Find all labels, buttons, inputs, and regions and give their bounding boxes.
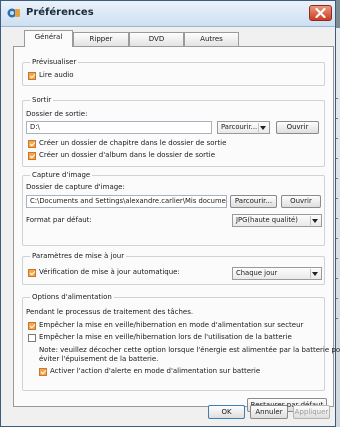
- close-icon: [315, 8, 326, 18]
- alimentation-intro: Pendant le processus de traitement des t…: [26, 308, 194, 316]
- close-button[interactable]: [309, 5, 332, 21]
- dossier-capture-input[interactable]: C:\Documents and Settings\alexandre.carl…: [26, 195, 227, 208]
- note-line-2: éviter l'épuisement de la batterie.: [39, 355, 159, 363]
- parcourir-dropdown-button[interactable]: Parcourir...: [217, 121, 270, 134]
- group-sortir: Sortir Dossier de sortie: D:\ Parcourir.…: [22, 96, 325, 167]
- ouvrir-capture-button[interactable]: Ouvrir: [281, 195, 321, 208]
- chevron-down-icon: [310, 216, 320, 225]
- annuler-button[interactable]: Annuler: [250, 405, 288, 419]
- chevron-down-icon: [258, 123, 268, 132]
- parcourir-capture-button[interactable]: Parcourir...: [230, 195, 277, 208]
- preferences-dialog: Préférences Général Ripper DVD Autres Pr…: [0, 0, 340, 427]
- group-legend: Options d'alimentation: [30, 293, 114, 301]
- batterie-checkbox[interactable]: [28, 334, 36, 342]
- group-legend: Sortir: [30, 96, 54, 104]
- tab-autres[interactable]: Autres: [184, 32, 239, 46]
- tab-panel-general: Prévisualiser Lire audio Sortir Dossier …: [13, 46, 340, 412]
- group-legend: Paramètres de mise à jour: [30, 252, 127, 260]
- ok-button[interactable]: OK: [208, 405, 245, 419]
- group-mise-a-jour: Paramètres de mise à jour Vérification d…: [22, 252, 325, 285]
- chevron-down-icon: [310, 269, 320, 278]
- album-checkbox[interactable]: [28, 152, 36, 160]
- format-label: Format par défaut:: [26, 216, 92, 224]
- parcourir-label: Parcourir...: [221, 123, 258, 131]
- lire-audio-checkbox[interactable]: [28, 72, 36, 80]
- frequency-dropdown[interactable]: Chaque jour: [232, 267, 322, 280]
- frequency-value: Chaque jour: [236, 269, 278, 277]
- note-line-1: Note: veuillez décocher cette option lor…: [39, 346, 340, 354]
- alerte-label: Activer l'action d'alerte en mode d'alim…: [50, 367, 261, 375]
- group-previsualiser: Prévisualiser Lire audio: [22, 58, 325, 86]
- appliquer-button[interactable]: Appliquer: [293, 405, 330, 419]
- app-icon: [7, 8, 20, 18]
- dossier-sortie-input[interactable]: D:\: [26, 121, 212, 134]
- format-dropdown[interactable]: JPG(haute qualité): [232, 214, 322, 227]
- chapitre-checkbox[interactable]: [28, 140, 36, 148]
- tab-dvd[interactable]: DVD: [129, 32, 184, 46]
- dossier-capture-label: Dossier de capture d'image:: [26, 183, 125, 191]
- verification-label: Vérification de mise à jour automatique:: [39, 268, 180, 276]
- group-capture: Capture d'image Dossier de capture d'ima…: [22, 171, 325, 246]
- chapitre-label: Créer un dossier de chapitre dans le dos…: [39, 139, 227, 147]
- verification-checkbox[interactable]: [28, 269, 36, 277]
- group-alimentation: Options d'alimentation Pendant le proces…: [22, 293, 340, 391]
- alerte-checkbox[interactable]: [39, 368, 47, 376]
- window-title: Préférences: [26, 7, 94, 18]
- lire-audio-label: Lire audio: [39, 71, 74, 79]
- format-value: JPG(haute qualité): [236, 216, 298, 224]
- group-legend: Capture d'image: [30, 171, 93, 179]
- group-legend: Prévisualiser: [30, 58, 79, 66]
- tab-ripper[interactable]: Ripper: [73, 32, 129, 46]
- ouvrir-sortie-button[interactable]: Ouvrir: [276, 121, 319, 134]
- dialog-client: Général Ripper DVD Autres Prévisualiser …: [5, 28, 340, 422]
- title-bar[interactable]: Préférences: [1, 1, 335, 27]
- secteur-label: Empêcher la mise en veille/hibernation e…: [39, 321, 304, 329]
- secteur-checkbox[interactable]: [28, 322, 36, 330]
- batterie-label: Empêcher la mise en veille/hibernation l…: [39, 333, 292, 341]
- dossier-sortie-label: Dossier de sortie:: [26, 110, 88, 118]
- tab-general[interactable]: Général: [24, 30, 73, 47]
- album-label: Créer un dossier d'album dans le dossier…: [39, 151, 215, 159]
